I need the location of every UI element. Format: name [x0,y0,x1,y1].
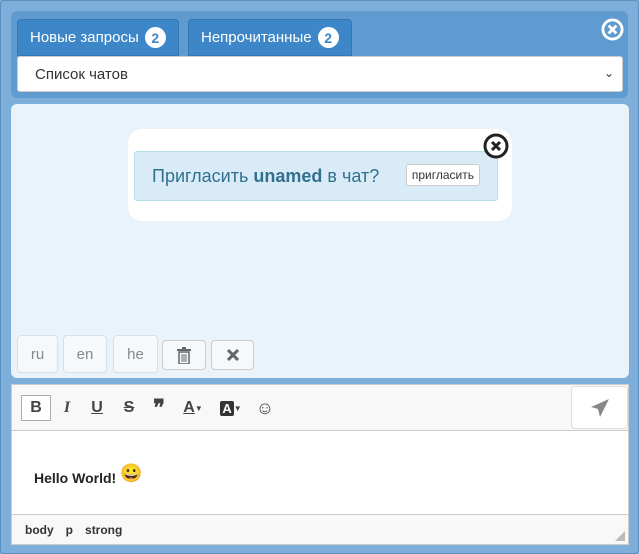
invite-popup: Пригласить unamed в чат? пригласить [128,129,512,221]
strikethrough-button[interactable]: S [118,395,140,421]
close-icon[interactable] [483,133,509,159]
caret-down-icon: ▼ [194,403,203,413]
select-value: Список чатов [35,65,128,83]
invite-button[interactable]: пригласить [405,164,480,186]
invite-user: unamed [253,165,323,186]
underline-button[interactable]: U [86,395,108,421]
invite-alert: Пригласить unamed в чат? пригласить [134,151,498,201]
path-body[interactable]: body [25,523,54,537]
lang-button-en[interactable]: en [63,335,107,373]
resize-handle[interactable] [615,531,625,541]
bold-button[interactable]: B [21,395,51,421]
tab-unread[interactable]: Непрочитанные 2 [188,19,352,56]
invite-suffix: в чат? [327,165,380,186]
message-editor: B I U S ❞ A ▼ A ▼ ☺ Hello World! 😀 body p … [11,384,629,545]
element-path-bar: body p strong [12,514,628,544]
lang-button-ru[interactable]: ru [17,335,58,373]
tab-new-requests[interactable]: Новые запросы 2 [17,19,179,56]
chat-area: Пригласить unamed в чат? пригласить ru e… [11,104,629,378]
background-color-button[interactable]: A ▼ [216,395,246,421]
italic-button[interactable]: I [56,395,78,421]
paper-plane-icon [590,398,609,417]
font-color-icon: A [183,399,195,416]
trash-icon [177,346,191,364]
header-panel: Новые запросы 2 Непрочитанные 2 Список ч… [11,11,628,98]
lang-button-he[interactable]: he [113,335,158,373]
close-icon[interactable] [601,18,624,41]
path-strong[interactable]: strong [85,523,122,537]
count-badge: 2 [144,27,166,48]
editor-content[interactable]: Hello World! 😀 [12,431,628,515]
send-button[interactable] [571,386,628,429]
count-badge: 2 [317,27,339,48]
tab-label: Непрочитанные [201,29,312,46]
blockquote-button[interactable]: ❞ [148,395,170,421]
tab-label: Новые запросы [30,29,139,46]
invite-prefix: Пригласить [152,165,249,186]
delete-button[interactable] [162,340,206,370]
chevron-down-icon: ⌄ [603,66,614,80]
chat-list-select[interactable]: Список чатов ⌄ [17,56,623,92]
emoji-button[interactable]: ☺ [254,395,276,421]
path-p[interactable]: p [66,523,73,537]
x-icon [226,349,239,361]
bg-color-icon: A [220,400,234,416]
message-text: Hello World! [34,470,117,486]
smiley-icon: ☺ [255,397,275,418]
font-color-button[interactable]: A ▼ [178,395,208,421]
editor-toolbar: B I U S ❞ A ▼ A ▼ ☺ [12,385,628,431]
grinning-emoji: 😀 [120,463,143,483]
caret-down-icon: ▼ [233,403,242,413]
clear-button[interactable] [211,340,254,370]
